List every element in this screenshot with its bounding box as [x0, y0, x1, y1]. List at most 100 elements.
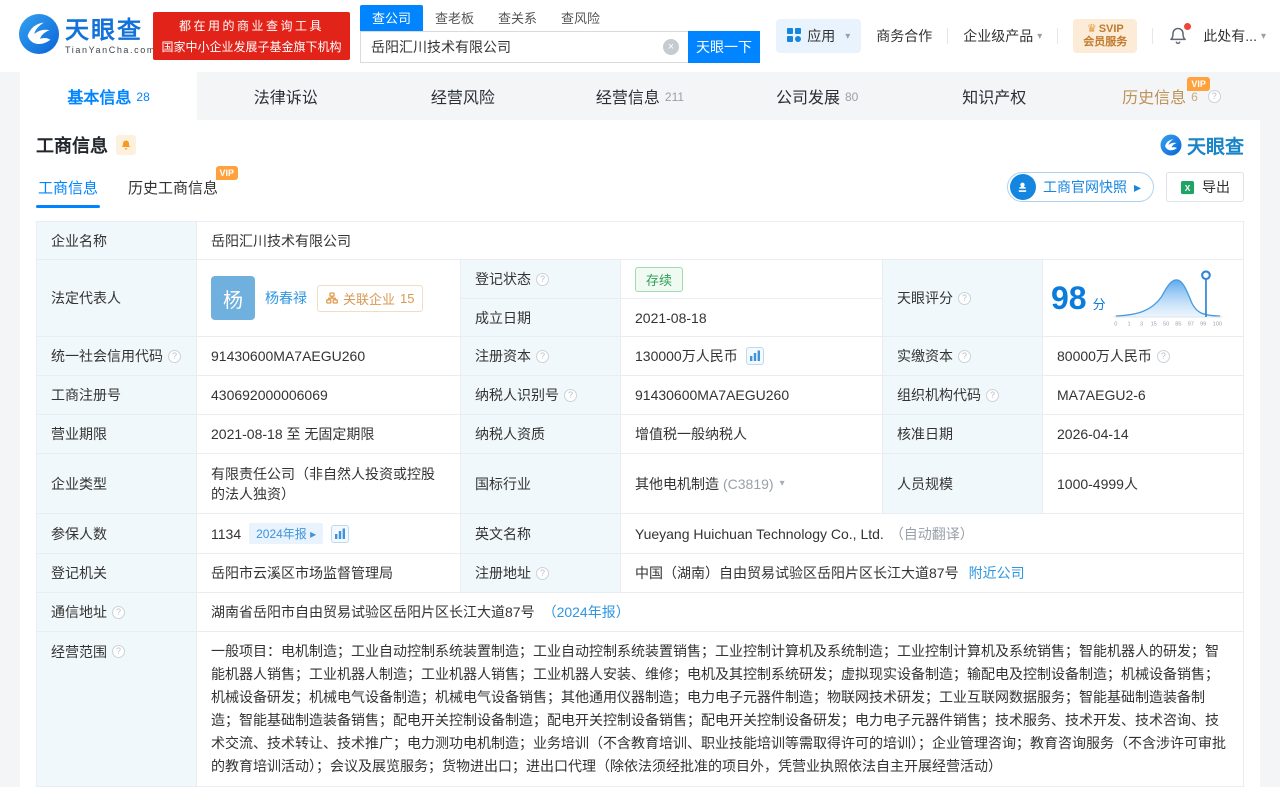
insured-count-value: 1134 — [211, 525, 242, 542]
approval-date-value: 2026-04-14 — [1043, 415, 1244, 454]
tab-legal-proceedings[interactable]: 法律诉讼 — [197, 72, 374, 120]
promo-line1: 都在用的商业查询工具 — [178, 19, 324, 33]
svg-text:99: 99 — [1200, 322, 1206, 328]
search-tab-company[interactable]: 查公司 — [360, 5, 424, 31]
mail-address-label: 通信地址 ? — [37, 593, 197, 632]
taxpayer-quality-label: 纳税人资质 — [461, 415, 621, 454]
tab-company-development[interactable]: 公司发展 80 — [729, 72, 906, 120]
nav-business-cooperation[interactable]: 商务合作 — [876, 26, 932, 46]
question-icon[interactable]: ? — [112, 645, 125, 658]
tab-history-info[interactable]: 历史信息 6 ? VIP — [1083, 72, 1260, 120]
annual-report-link[interactable]: （2024年报） — [543, 602, 630, 622]
paid-capital-value: 80000万人民币 — [1057, 348, 1152, 364]
apps-grid-icon — [787, 27, 802, 45]
apps-menu[interactable]: 应用 ▾ — [776, 19, 862, 53]
legal-rep-link[interactable]: 杨春禄 — [265, 288, 307, 308]
nearby-companies-link[interactable]: 附近公司 — [969, 563, 1025, 583]
tab-operation-risk[interactable]: 经营风险 — [374, 72, 551, 120]
score-cell[interactable]: 98 分 0 1 3 15 50 85 97 99 100 — [1043, 260, 1244, 337]
search-button[interactable]: 天眼一下 — [688, 31, 760, 63]
svip-line1: SVIP — [1098, 23, 1124, 35]
legal-rep-label: 法定代表人 — [37, 260, 197, 337]
insured-count-cell: 1134 2024年报 ▸ — [197, 514, 461, 554]
header-nav: 应用 ▾ 商务合作 企业级产品 ▾ ♛ SVIP 会员服务 此处有... ▾ — [776, 0, 1266, 72]
question-icon[interactable]: ? — [112, 605, 125, 619]
org-chart-icon — [326, 292, 338, 304]
tab-count: 28 — [136, 90, 150, 104]
annual-report-badge[interactable]: 2024年报 ▸ — [249, 523, 324, 544]
subscribe-bell-button[interactable] — [116, 135, 136, 155]
search-tab-relation[interactable]: 查关系 — [486, 5, 549, 31]
tianyancha-logo-icon — [18, 13, 60, 58]
company-name-label: 企业名称 — [37, 222, 197, 260]
business-info-panel: 工商信息 天眼查 工商信息 历史工商信息 VIP 工商官网快照 ▸ X 导出 企… — [20, 120, 1260, 787]
subtab-history-business-info[interactable]: 历史工商信息 VIP — [128, 166, 239, 208]
search-tab-boss[interactable]: 查老板 — [423, 5, 486, 31]
legal-rep-cell: 杨 杨春禄 关联企业 15 — [197, 260, 461, 337]
tab-basic-info[interactable]: 基本信息 28 — [20, 72, 198, 120]
nav-divider — [1152, 28, 1154, 44]
score-distribution-chart: 0 1 3 15 50 85 97 99 100 — [1113, 270, 1222, 328]
question-icon[interactable]: ? — [986, 388, 999, 402]
related-companies-badge[interactable]: 关联企业 15 — [317, 284, 424, 312]
clear-icon[interactable]: × — [663, 39, 679, 55]
tab-label: 历史信息 — [1122, 90, 1187, 107]
notification-dot — [1184, 23, 1192, 30]
watermark-logo: 天眼查 — [1160, 132, 1244, 159]
tab-label: 经营风险 — [430, 90, 495, 107]
paid-capital-label: 实缴资本 ? — [883, 337, 1043, 376]
official-snapshot-button[interactable]: 工商官网快照 ▸ — [1006, 172, 1154, 202]
tab-operation-info[interactable]: 经营信息 211 — [551, 72, 728, 120]
promo-badge: 都在用的商业查询工具 国家中小企业发展子基金旗下机构 — [153, 12, 350, 60]
chevron-down-icon: ▾ — [779, 478, 785, 489]
subtab-label: 历史工商信息 — [128, 180, 219, 197]
search-input[interactable] — [360, 31, 688, 63]
svg-text:15: 15 — [1150, 322, 1156, 328]
notification-bell[interactable] — [1168, 23, 1192, 46]
tianyancha-logo[interactable]: 天眼查 TianYanCha.com — [18, 13, 156, 58]
svip-line2: 会员服务 — [1083, 36, 1128, 48]
section-title: 工商信息 — [36, 136, 108, 156]
question-icon[interactable]: ? — [536, 272, 549, 286]
question-icon[interactable]: ? — [168, 349, 181, 363]
company-name-value: 岳阳汇川技术有限公司 — [197, 222, 1244, 260]
avatar[interactable]: 杨 — [211, 276, 255, 320]
industry-label: 国标行业 — [461, 454, 621, 514]
taxpayer-id-value: 91430600MA7AEGU260 — [621, 376, 883, 415]
question-icon[interactable]: ? — [536, 566, 549, 580]
tab-label: 基本信息 — [67, 90, 132, 107]
company-type-value: 有限责任公司（非自然人投资或控股的法人独资） — [197, 454, 461, 514]
tab-intellectual-property[interactable]: 知识产权 — [906, 72, 1083, 120]
question-icon[interactable]: ? — [536, 349, 549, 363]
arrow-right-icon: ▸ — [1133, 178, 1141, 195]
watermark-text: 天眼查 — [1186, 136, 1244, 158]
nav-enterprise-products[interactable]: 企业级产品 ▾ — [963, 26, 1042, 46]
business-scope-text: 一般项目：电机制造；工业自动控制系统装置制造；工业自动控制系统装置销售；工业控制… — [197, 632, 1244, 787]
svip-membership-badge[interactable]: ♛ SVIP 会员服务 — [1073, 19, 1138, 53]
credit-code-label: 统一社会信用代码 ? — [37, 337, 197, 376]
subtab-business-info[interactable]: 工商信息 — [35, 177, 101, 208]
score-marker-pin — [1200, 270, 1211, 281]
business-info-table: 企业名称 岳阳汇川技术有限公司 法定代表人 杨 杨春禄 关联企业 15 登记状态… — [36, 221, 1244, 787]
question-icon[interactable]: ? — [1156, 349, 1170, 363]
related-count: 15 — [400, 290, 415, 306]
reg-authority-value: 岳阳市云溪区市场监督管理局 — [197, 554, 461, 593]
reg-number-value: 430692000006069 — [197, 376, 461, 415]
company-type-label: 企业类型 — [37, 454, 197, 514]
question-icon[interactable]: ? — [1207, 89, 1221, 103]
business-scope-label: 经营范围 ? — [37, 632, 197, 787]
auto-translate-note: （自动翻译） — [889, 525, 974, 542]
user-menu[interactable]: 此处有... ▾ — [1203, 26, 1266, 46]
nav-enterprise-label: 企业级产品 — [963, 28, 1034, 44]
taxpayer-quality-value: 增值税一般纳税人 — [621, 415, 883, 454]
insured-count-label: 参保人数 — [37, 514, 197, 554]
org-code-label: 组织机构代码 ? — [883, 376, 1043, 415]
industry-cell[interactable]: 其他电机制造 (C3819) ▾ — [621, 454, 883, 514]
insured-chart-icon[interactable] — [331, 524, 350, 543]
capital-chart-icon[interactable] — [745, 347, 764, 365]
question-icon[interactable]: ? — [958, 291, 971, 305]
question-icon[interactable]: ? — [564, 388, 577, 402]
export-button[interactable]: X 导出 — [1166, 172, 1244, 202]
search-tab-risk[interactable]: 查风险 — [549, 5, 612, 31]
question-icon[interactable]: ? — [958, 349, 971, 363]
